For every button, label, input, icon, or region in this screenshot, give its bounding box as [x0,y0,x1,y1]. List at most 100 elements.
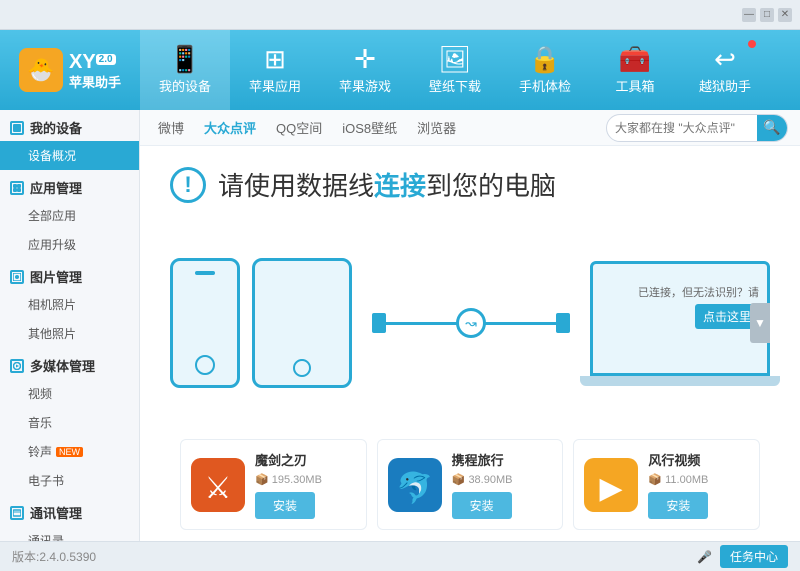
apple-apps-icon: ⊞ [264,46,286,72]
tab-apple-games[interactable]: ✛ 苹果游戏 [320,30,410,110]
install-button-2[interactable]: 安装 [648,492,708,519]
size-icon-1: 📦 [452,474,466,486]
tab-apple-apps[interactable]: ⊞ 苹果应用 [230,30,320,110]
app-cards: ⚔ 魔剑之刃 📦 195.30MB 安装 [170,439,770,530]
content-area: 微博 大众点评 QQ空间 iOS8壁纸 浏览器 🔍 ! 请使用数据线连接到您的电… [140,110,800,541]
app-info-1: 携程旅行 📦 38.90MB 安装 [452,450,553,519]
laptop-device: 已连接，但无法识别？请 点击这里 [590,261,770,386]
scroll-down-button[interactable]: ▼ [750,303,770,343]
section-media-icon [10,359,24,373]
sidebar-item-camera[interactable]: 相机照片 [0,290,139,319]
section-apps-label: 应用管理 [30,178,82,197]
sidebar-item-device-overview[interactable]: 设备概况 [0,141,139,170]
subnav-dianping[interactable]: 大众点评 [198,116,262,139]
sidebar-item-all-apps[interactable]: 全部应用 [0,201,139,230]
cable-connector-right [556,313,570,333]
already-connected-text: 已连接，但无法识别？请 [638,284,759,300]
app-name-1: 携程旅行 [452,450,553,469]
tab-my-device[interactable]: 📱 我的设备 [140,30,230,110]
sidebar-section-photos: 图片管理 [0,259,139,290]
tab-wallpaper-label: 壁纸下载 [429,76,481,95]
helper-badge [748,40,756,48]
nav-tabs: 📱 我的设备 ⊞ 苹果应用 ✛ 苹果游戏 🖼 壁纸下载 🔒 手机体检 🧰 工具箱… [140,30,800,110]
subnav-weibo[interactable]: 微博 [152,116,190,139]
section-media-label: 多媒体管理 [30,356,95,375]
task-center-button[interactable]: 任务中心 [720,545,788,568]
phone-device [170,258,240,388]
search-button[interactable]: 🔍 [757,115,787,141]
new-badge: NEW [56,447,83,457]
app-size-1: 📦 38.90MB [452,473,553,486]
sidebar-item-ringtone[interactable]: 铃声 NEW [0,437,139,466]
device-illustration: ↝ 已连接，但无法识别？请 点击这里 ▼ [170,223,770,423]
app-size-0: 📦 195.30MB [255,473,356,486]
sidebar-item-other-photos[interactable]: 其他照片 [0,319,139,348]
sidebar-item-ebook[interactable]: 电子书 [0,466,139,495]
logo-subtitle: 苹果助手 [69,75,121,90]
logo-area: 🐣 XY2.0 苹果助手 [0,48,140,92]
content-body: ! 请使用数据线连接到您的电脑 ↝ [140,146,800,541]
cable-connector-left [372,313,386,333]
sidebar-section-comm: 通讯管理 [0,495,139,526]
toolbox-icon: 🧰 [619,46,651,72]
sidebar: 我的设备 设备概况 应用管理 全部应用 应用升级 图片管理 相机照片 其他照片 … [0,110,140,541]
version-label: 版本:2.4.0.5390 [12,548,96,565]
sidebar-section-media: 多媒体管理 [0,348,139,379]
laptop-base [580,376,780,386]
cable-arrow-icon: ↝ [456,308,486,338]
size-icon-0: 📦 [255,474,269,486]
app-name-0: 魔剑之刃 [255,450,356,469]
tab-helper[interactable]: ↩ 越狱助手 [680,30,770,110]
helper-icon: ↩ [714,46,736,72]
tab-phone-check[interactable]: 🔒 手机体检 [500,30,590,110]
sidebar-item-app-upgrade[interactable]: 应用升级 [0,230,139,259]
logo: 🐣 XY2.0 苹果助手 [19,48,121,92]
svg-text:🐬: 🐬 [396,469,433,505]
app-size-2: 📦 11.00MB [648,473,749,486]
sub-nav: 微博 大众点评 QQ空间 iOS8壁纸 浏览器 🔍 [140,110,800,146]
maximize-button[interactable]: □ [760,8,774,22]
app-icon-0: ⚔ [191,458,245,512]
app-name-2: 风行视频 [648,450,749,469]
sidebar-section-apps: 应用管理 [0,170,139,201]
search-bar: 🔍 [606,114,788,142]
subnav-browser[interactable]: 浏览器 [411,116,462,139]
sidebar-item-music[interactable]: 音乐 [0,408,139,437]
tab-wallpaper[interactable]: 🖼 壁纸下载 [410,30,500,110]
header: 🐣 XY2.0 苹果助手 📱 我的设备 ⊞ 苹果应用 ✛ 苹果游戏 🖼 壁纸下载… [0,30,800,110]
search-input[interactable] [607,118,757,138]
sidebar-item-contacts[interactable]: 通讯录 [0,526,139,541]
title-bar: — □ ✕ [0,0,800,30]
status-right: 🎤 任务中心 [697,545,788,568]
sidebar-item-video[interactable]: 视频 [0,379,139,408]
exclamation-icon: ! [170,167,206,203]
main-layout: 我的设备 设备概况 应用管理 全部应用 应用升级 图片管理 相机照片 其他照片 … [0,110,800,541]
section-photos-label: 图片管理 [30,267,82,286]
section-photos-icon [10,270,24,284]
logo-icon: 🐣 [19,48,63,92]
tab-phone-check-label: 手机体检 [519,76,571,95]
close-button[interactable]: ✕ [778,8,792,22]
subnav-ios8wallpaper[interactable]: iOS8壁纸 [336,116,403,139]
install-button-1[interactable]: 安装 [452,492,512,519]
app-card-0: ⚔ 魔剑之刃 📦 195.30MB 安装 [180,439,367,530]
install-button-0[interactable]: 安装 [255,492,315,519]
svg-text:▶: ▶ [600,472,623,505]
usb-cable: ↝ [352,313,590,333]
subnav-qqzone[interactable]: QQ空间 [270,116,328,139]
svg-text:⚔: ⚔ [205,472,232,505]
size-icon-2: 📦 [648,474,662,486]
app-info-2: 风行视频 📦 11.00MB 安装 [648,450,749,519]
app-card-2: ▶ 风行视频 📦 11.00MB 安装 [573,439,760,530]
section-device-label: 我的设备 [30,118,82,137]
connect-msg-after: 到您的电脑 [426,171,556,201]
connect-highlight: 连接 [374,171,426,201]
tablet-device [252,258,352,388]
mic-icon: 🎤 [697,550,712,564]
minimize-button[interactable]: — [742,8,756,22]
status-bar: 版本:2.4.0.5390 🎤 任务中心 [0,541,800,571]
connect-msg-before: 请使用数据线 [218,171,374,201]
tab-toolbox[interactable]: 🧰 工具箱 [590,30,680,110]
wallpaper-icon: 🖼 [438,46,471,72]
section-device-icon [10,121,24,135]
